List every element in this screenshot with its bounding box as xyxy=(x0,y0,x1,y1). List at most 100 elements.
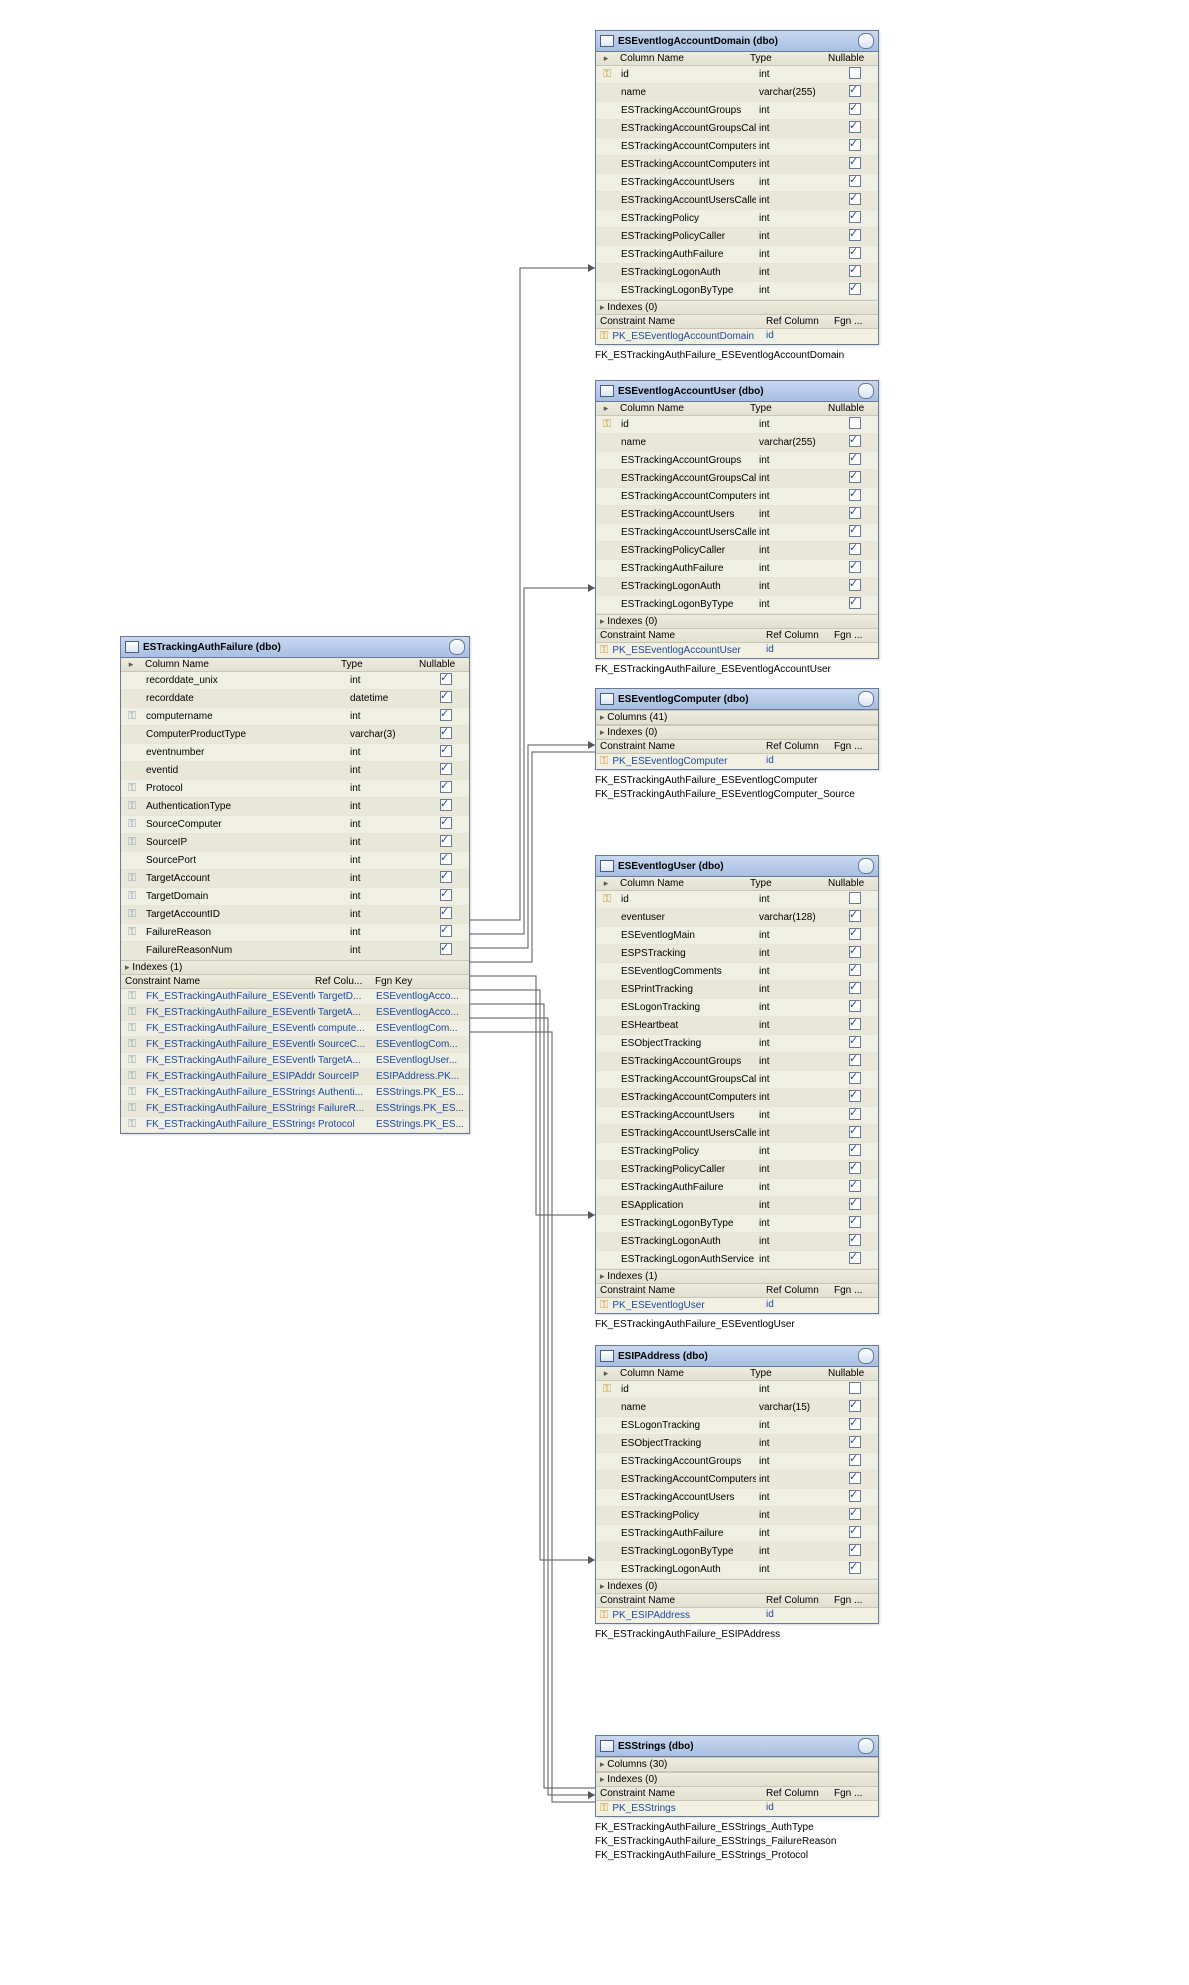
nullable-checkbox[interactable] xyxy=(440,853,452,865)
nullable-checkbox[interactable] xyxy=(849,1036,861,1048)
tracking-titlebar[interactable]: ESTrackingAuthFailure (dbo) xyxy=(121,637,469,658)
computer-titlebar[interactable]: ESEventlogComputer (dbo) xyxy=(596,689,878,710)
table-eseventlogaccountuser[interactable]: ESEventlogAccountUser (dbo)Column NameTy… xyxy=(595,380,879,659)
ip-titlebar[interactable]: ESIPAddress (dbo) xyxy=(596,1346,878,1367)
table-esstrings[interactable]: ESStrings (dbo) Columns (30) Indexes (0)… xyxy=(595,1735,879,1817)
nullable-checkbox[interactable] xyxy=(440,799,452,811)
expand-icon[interactable] xyxy=(600,616,605,627)
accuser-titlebar[interactable]: ESEventlogAccountUser (dbo) xyxy=(596,381,878,402)
expand-icon[interactable] xyxy=(596,52,616,65)
nullable-checkbox[interactable] xyxy=(440,781,452,793)
nullable-checkbox[interactable] xyxy=(440,709,452,721)
collapse-button[interactable] xyxy=(449,639,465,655)
collapse-button[interactable] xyxy=(858,858,874,874)
nullable-checkbox[interactable] xyxy=(849,283,861,295)
expand-icon[interactable] xyxy=(600,1759,605,1770)
nullable-checkbox[interactable] xyxy=(440,691,452,703)
nullable-checkbox[interactable] xyxy=(849,1162,861,1174)
nullable-checkbox[interactable] xyxy=(440,835,452,847)
nullable-checkbox[interactable] xyxy=(849,193,861,205)
expand-icon[interactable] xyxy=(600,1271,605,1282)
nullable-checkbox[interactable] xyxy=(849,1490,861,1502)
nullable-checkbox[interactable] xyxy=(849,247,861,259)
nullable-checkbox[interactable] xyxy=(849,892,861,904)
nullable-checkbox[interactable] xyxy=(849,67,861,79)
nullable-checkbox[interactable] xyxy=(849,1562,861,1574)
collapse-button[interactable] xyxy=(858,33,874,49)
nullable-checkbox[interactable] xyxy=(849,211,861,223)
nullable-checkbox[interactable] xyxy=(849,1018,861,1030)
nullable-checkbox[interactable] xyxy=(849,435,861,447)
nullable-checkbox[interactable] xyxy=(849,489,861,501)
nullable-checkbox[interactable] xyxy=(440,817,452,829)
nullable-checkbox[interactable] xyxy=(849,1054,861,1066)
nullable-checkbox[interactable] xyxy=(849,417,861,429)
expand-icon[interactable] xyxy=(596,402,616,415)
expand-icon[interactable] xyxy=(596,877,616,890)
nullable-checkbox[interactable] xyxy=(849,1252,861,1264)
nullable-checkbox[interactable] xyxy=(849,121,861,133)
nullable-checkbox[interactable] xyxy=(440,889,452,901)
nullable-checkbox[interactable] xyxy=(849,964,861,976)
nullable-checkbox[interactable] xyxy=(849,982,861,994)
nullable-checkbox[interactable] xyxy=(440,871,452,883)
nullable-checkbox[interactable] xyxy=(849,1400,861,1412)
strings-titlebar[interactable]: ESStrings (dbo) xyxy=(596,1736,878,1757)
collapse-button[interactable] xyxy=(858,1348,874,1364)
table-estrackingauthfailure[interactable]: ESTrackingAuthFailure (dbo)Column NameTy… xyxy=(120,636,470,1134)
nullable-checkbox[interactable] xyxy=(849,1418,861,1430)
accdomain-titlebar[interactable]: ESEventlogAccountDomain (dbo) xyxy=(596,31,878,52)
nullable-checkbox[interactable] xyxy=(849,1508,861,1520)
nullable-checkbox[interactable] xyxy=(849,1126,861,1138)
nullable-checkbox[interactable] xyxy=(849,1526,861,1538)
nullable-checkbox[interactable] xyxy=(849,1234,861,1246)
nullable-checkbox[interactable] xyxy=(440,763,452,775)
nullable-checkbox[interactable] xyxy=(440,943,452,955)
nullable-checkbox[interactable] xyxy=(849,471,861,483)
nullable-checkbox[interactable] xyxy=(440,925,452,937)
nullable-checkbox[interactable] xyxy=(849,1472,861,1484)
nullable-checkbox[interactable] xyxy=(849,579,861,591)
nullable-checkbox[interactable] xyxy=(849,175,861,187)
nullable-checkbox[interactable] xyxy=(849,1216,861,1228)
nullable-checkbox[interactable] xyxy=(849,103,861,115)
table-eseventlogcomputer[interactable]: ESEventlogComputer (dbo) Columns (41) In… xyxy=(595,688,879,770)
table-esipaddress[interactable]: ESIPAddress (dbo)Column NameTypeNullable… xyxy=(595,1345,879,1624)
nullable-checkbox[interactable] xyxy=(849,265,861,277)
nullable-checkbox[interactable] xyxy=(849,1000,861,1012)
nullable-checkbox[interactable] xyxy=(849,1198,861,1210)
expand-icon[interactable] xyxy=(600,1581,605,1592)
nullable-checkbox[interactable] xyxy=(849,1454,861,1466)
nullable-checkbox[interactable] xyxy=(849,229,861,241)
expand-icon[interactable] xyxy=(121,658,141,671)
expand-icon[interactable] xyxy=(596,1367,616,1380)
nullable-checkbox[interactable] xyxy=(849,85,861,97)
nullable-checkbox[interactable] xyxy=(849,1072,861,1084)
nullable-checkbox[interactable] xyxy=(849,1090,861,1102)
nullable-checkbox[interactable] xyxy=(849,1544,861,1556)
nullable-checkbox[interactable] xyxy=(849,561,861,573)
nullable-checkbox[interactable] xyxy=(849,139,861,151)
nullable-checkbox[interactable] xyxy=(849,1180,861,1192)
nullable-checkbox[interactable] xyxy=(849,1382,861,1394)
nullable-checkbox[interactable] xyxy=(849,525,861,537)
nullable-checkbox[interactable] xyxy=(849,946,861,958)
expand-icon[interactable] xyxy=(600,712,605,723)
nullable-checkbox[interactable] xyxy=(849,157,861,169)
nullable-checkbox[interactable] xyxy=(440,727,452,739)
expand-icon[interactable] xyxy=(600,302,605,313)
euser-titlebar[interactable]: ESEventlogUser (dbo) xyxy=(596,856,878,877)
collapse-button[interactable] xyxy=(858,383,874,399)
expand-icon[interactable] xyxy=(600,727,605,738)
collapse-button[interactable] xyxy=(858,691,874,707)
table-eseventlogaccountdomain[interactable]: ESEventlogAccountDomain (dbo)Column Name… xyxy=(595,30,879,345)
expand-icon[interactable] xyxy=(600,1774,605,1785)
nullable-checkbox[interactable] xyxy=(440,673,452,685)
table-eseventloguser[interactable]: ESEventlogUser (dbo)Column NameTypeNulla… xyxy=(595,855,879,1314)
nullable-checkbox[interactable] xyxy=(849,597,861,609)
nullable-checkbox[interactable] xyxy=(849,507,861,519)
nullable-checkbox[interactable] xyxy=(849,1144,861,1156)
nullable-checkbox[interactable] xyxy=(849,1436,861,1448)
nullable-checkbox[interactable] xyxy=(849,543,861,555)
expand-icon[interactable] xyxy=(125,962,130,973)
